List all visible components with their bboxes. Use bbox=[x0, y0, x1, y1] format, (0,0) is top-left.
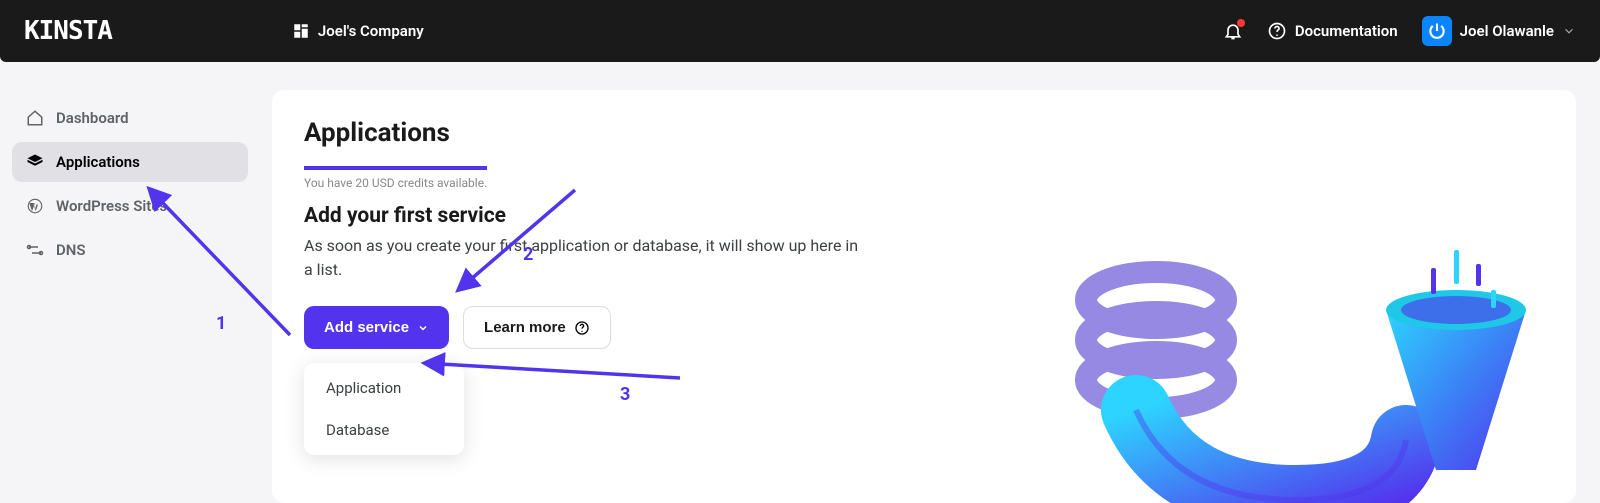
company-icon bbox=[292, 22, 310, 40]
topbar: KINSTA Joel's Company Documentation Joel… bbox=[0, 0, 1600, 62]
notification-dot bbox=[1237, 19, 1245, 27]
add-service-label: Add service bbox=[324, 319, 409, 336]
notifications-button[interactable] bbox=[1223, 21, 1243, 41]
sidebar-item-label: Applications bbox=[56, 153, 140, 171]
learn-more-label: Learn more bbox=[484, 319, 566, 336]
help-icon bbox=[1267, 21, 1287, 41]
sidebar-item-label: Dashboard bbox=[56, 109, 129, 127]
credit-note: You have 20 USD credits available. bbox=[304, 166, 487, 190]
home-icon bbox=[26, 109, 44, 127]
main-panel: Applications You have 20 USD credits ava… bbox=[272, 90, 1576, 503]
learn-more-button[interactable]: Learn more bbox=[463, 306, 611, 349]
documentation-label: Documentation bbox=[1295, 22, 1398, 40]
add-service-button[interactable]: Add service bbox=[304, 306, 449, 349]
power-icon bbox=[1427, 21, 1447, 41]
annotation-2: 2 bbox=[523, 244, 533, 265]
page-title: Applications bbox=[304, 118, 884, 148]
sidebar-item-dns[interactable]: DNS bbox=[12, 230, 248, 270]
brand-logo: KINSTA bbox=[24, 16, 112, 46]
sidebar: Dashboard Applications WordPress Sites D… bbox=[0, 62, 260, 503]
company-selector[interactable]: Joel's Company bbox=[292, 22, 424, 40]
sidebar-item-label: WordPress Sites bbox=[56, 197, 167, 215]
sidebar-item-label: DNS bbox=[56, 241, 86, 259]
company-label: Joel's Company bbox=[318, 22, 424, 40]
user-menu[interactable]: Joel Olawanle bbox=[1422, 16, 1576, 46]
sidebar-item-wordpress-sites[interactable]: WordPress Sites bbox=[12, 186, 248, 226]
wordpress-icon bbox=[26, 197, 44, 215]
dropdown-item-application[interactable]: Application bbox=[304, 367, 464, 409]
chevron-down-icon bbox=[1562, 24, 1576, 38]
illustration bbox=[1036, 240, 1576, 503]
annotation-3: 3 bbox=[620, 384, 630, 405]
dns-icon bbox=[26, 241, 44, 259]
user-name: Joel Olawanle bbox=[1460, 22, 1554, 40]
sidebar-item-applications[interactable]: Applications bbox=[12, 142, 248, 182]
annotation-1: 1 bbox=[216, 313, 226, 334]
avatar bbox=[1422, 16, 1452, 46]
sidebar-item-dashboard[interactable]: Dashboard bbox=[12, 98, 248, 138]
help-icon bbox=[574, 320, 590, 336]
section-title: Add your first service bbox=[304, 204, 884, 228]
add-service-dropdown: Application Database bbox=[304, 363, 464, 455]
section-desc: As soon as you create your first applica… bbox=[304, 234, 864, 282]
chevron-down-icon bbox=[417, 322, 429, 334]
documentation-link[interactable]: Documentation bbox=[1267, 21, 1398, 41]
dropdown-item-database[interactable]: Database bbox=[304, 409, 464, 451]
layers-icon bbox=[26, 153, 44, 171]
